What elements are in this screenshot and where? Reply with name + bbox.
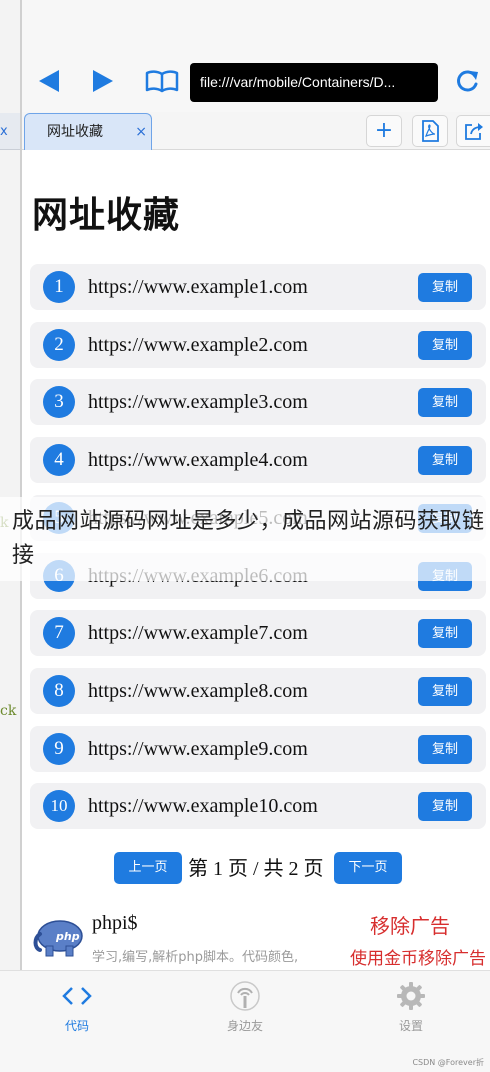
row-url-text[interactable]: https://www.example9.com <box>88 726 308 772</box>
php-elephant-logo: php <box>32 916 84 960</box>
row-number-badge: 9 <box>43 733 75 765</box>
page-title: 网址收藏 <box>32 195 181 236</box>
row-number-badge: 8 <box>43 675 75 707</box>
row-url-text[interactable]: https://www.example8.com <box>88 668 308 714</box>
prev-page-button[interactable]: 上一页 <box>114 852 182 884</box>
bookmarks-button[interactable] <box>144 66 180 96</box>
row-number-badge: 1 <box>43 271 75 303</box>
browser-toolbar: file:///var/mobile/Containers/D... <box>22 0 490 112</box>
bottom-tab-label: 设置 <box>398 1019 423 1033</box>
reload-icon <box>457 70 478 92</box>
back-arrow-icon <box>39 70 59 92</box>
peek-text: ck <box>0 703 17 719</box>
share-button[interactable] <box>456 115 490 147</box>
forward-button[interactable] <box>88 66 118 96</box>
url-row[interactable]: 9 https://www.example9.com 复制 <box>30 726 486 772</box>
url-row[interactable]: 4 https://www.example4.com 复制 <box>30 437 486 483</box>
reload-button[interactable] <box>452 66 482 96</box>
row-url-text[interactable]: https://www.example4.com <box>88 437 308 483</box>
plus-icon: + <box>374 118 394 143</box>
pdf-icon <box>422 120 439 142</box>
tab-close-icon[interactable]: × <box>135 114 147 150</box>
row-url-text[interactable]: https://www.example7.com <box>88 610 308 656</box>
share-icon <box>464 123 483 140</box>
url-row[interactable]: 8 https://www.example8.com 复制 <box>30 668 486 714</box>
url-row[interactable]: 1 https://www.example1.com 复制 <box>30 264 486 310</box>
ad-app-name: phpi$ <box>92 912 138 934</box>
copy-button[interactable]: 复制 <box>418 446 472 475</box>
next-page-button[interactable]: 下一页 <box>334 852 402 884</box>
pdf-button[interactable] <box>412 115 448 147</box>
row-number-badge: 2 <box>43 329 75 361</box>
book-icon <box>145 70 179 93</box>
browser-frame: x k ck file:///var/mobile/Containers/D..… <box>0 0 490 1072</box>
copy-button[interactable]: 复制 <box>418 273 472 302</box>
left-page-edge: x k ck <box>0 0 22 970</box>
copy-button[interactable]: 复制 <box>418 388 472 417</box>
row-url-text[interactable]: https://www.example10.com <box>88 783 318 829</box>
copy-button[interactable]: 复制 <box>418 619 472 648</box>
copy-button[interactable]: 复制 <box>418 331 472 360</box>
tab-label: 网址收藏 <box>47 124 103 140</box>
logo-text: php <box>55 930 80 943</box>
url-row[interactable]: 10 https://www.example10.com 复制 <box>30 783 486 829</box>
row-number-badge: 10 <box>43 790 75 822</box>
watermark: CSDN @Forever折 <box>412 1058 484 1067</box>
gear-icon <box>397 982 425 1010</box>
page-status: 第 1 页 / 共 2 页 <box>188 858 324 880</box>
row-url-text[interactable]: https://www.example2.com <box>88 322 308 368</box>
bottom-tab-label: 身边友 <box>226 1019 263 1033</box>
bottom-tab-label: 代码 <box>64 1019 89 1033</box>
peek-tab-close: x <box>0 124 8 139</box>
new-tab-button[interactable]: + <box>366 115 402 147</box>
tab-bar: 网址收藏 × + <box>22 112 490 150</box>
url-row[interactable]: 2 https://www.example2.com 复制 <box>30 322 486 368</box>
copy-button[interactable]: 复制 <box>418 735 472 764</box>
row-url-text[interactable]: https://www.example3.com <box>88 379 308 425</box>
copy-button[interactable]: 复制 <box>418 677 472 706</box>
back-button[interactable] <box>34 66 64 96</box>
bottom-tab-bar: 代码 身边友 设置 CSDN @Forever折 <box>0 970 490 1072</box>
row-url-text[interactable]: https://www.example1.com <box>88 264 308 310</box>
coin-remove-ad-button[interactable]: 使用金币移除广告 <box>348 944 486 969</box>
row-number-badge: 3 <box>43 386 75 418</box>
bottom-tab-settings[interactable]: 设置 <box>366 979 456 1039</box>
remove-ad-button[interactable]: 移除广告 <box>370 910 450 939</box>
ad-banner[interactable]: php phpi$ 学习,编写,解析php脚本。代码颜色, 移除广告 使用金币移… <box>30 910 490 970</box>
address-bar[interactable]: file:///var/mobile/Containers/D... <box>190 63 438 102</box>
tab-bookmarks[interactable]: 网址收藏 × <box>24 113 152 150</box>
copy-button[interactable]: 复制 <box>418 792 472 821</box>
pagination: 上一页 第 1 页 / 共 2 页 下一页 <box>22 852 490 886</box>
caption-text: 成品网站源码网址是多少，成品网站源码获取链接 <box>12 509 485 568</box>
bottom-tab-nearby[interactable]: 身边友 <box>200 979 290 1039</box>
ad-description: 学习,编写,解析php脚本。代码颜色, <box>92 950 299 965</box>
url-row[interactable]: 3 https://www.example3.com 复制 <box>30 379 486 425</box>
code-brackets-icon <box>62 987 92 1005</box>
bottom-tab-code[interactable]: 代码 <box>32 979 122 1039</box>
forward-arrow-icon <box>93 70 113 92</box>
url-row[interactable]: 7 https://www.example7.com 复制 <box>30 610 486 656</box>
caption-overlay: 成品网站源码网址是多少，成品网站源码获取链接 <box>0 497 490 581</box>
nearby-broadcast-icon <box>230 981 260 1011</box>
row-number-badge: 4 <box>43 444 75 476</box>
row-number-badge: 7 <box>43 617 75 649</box>
